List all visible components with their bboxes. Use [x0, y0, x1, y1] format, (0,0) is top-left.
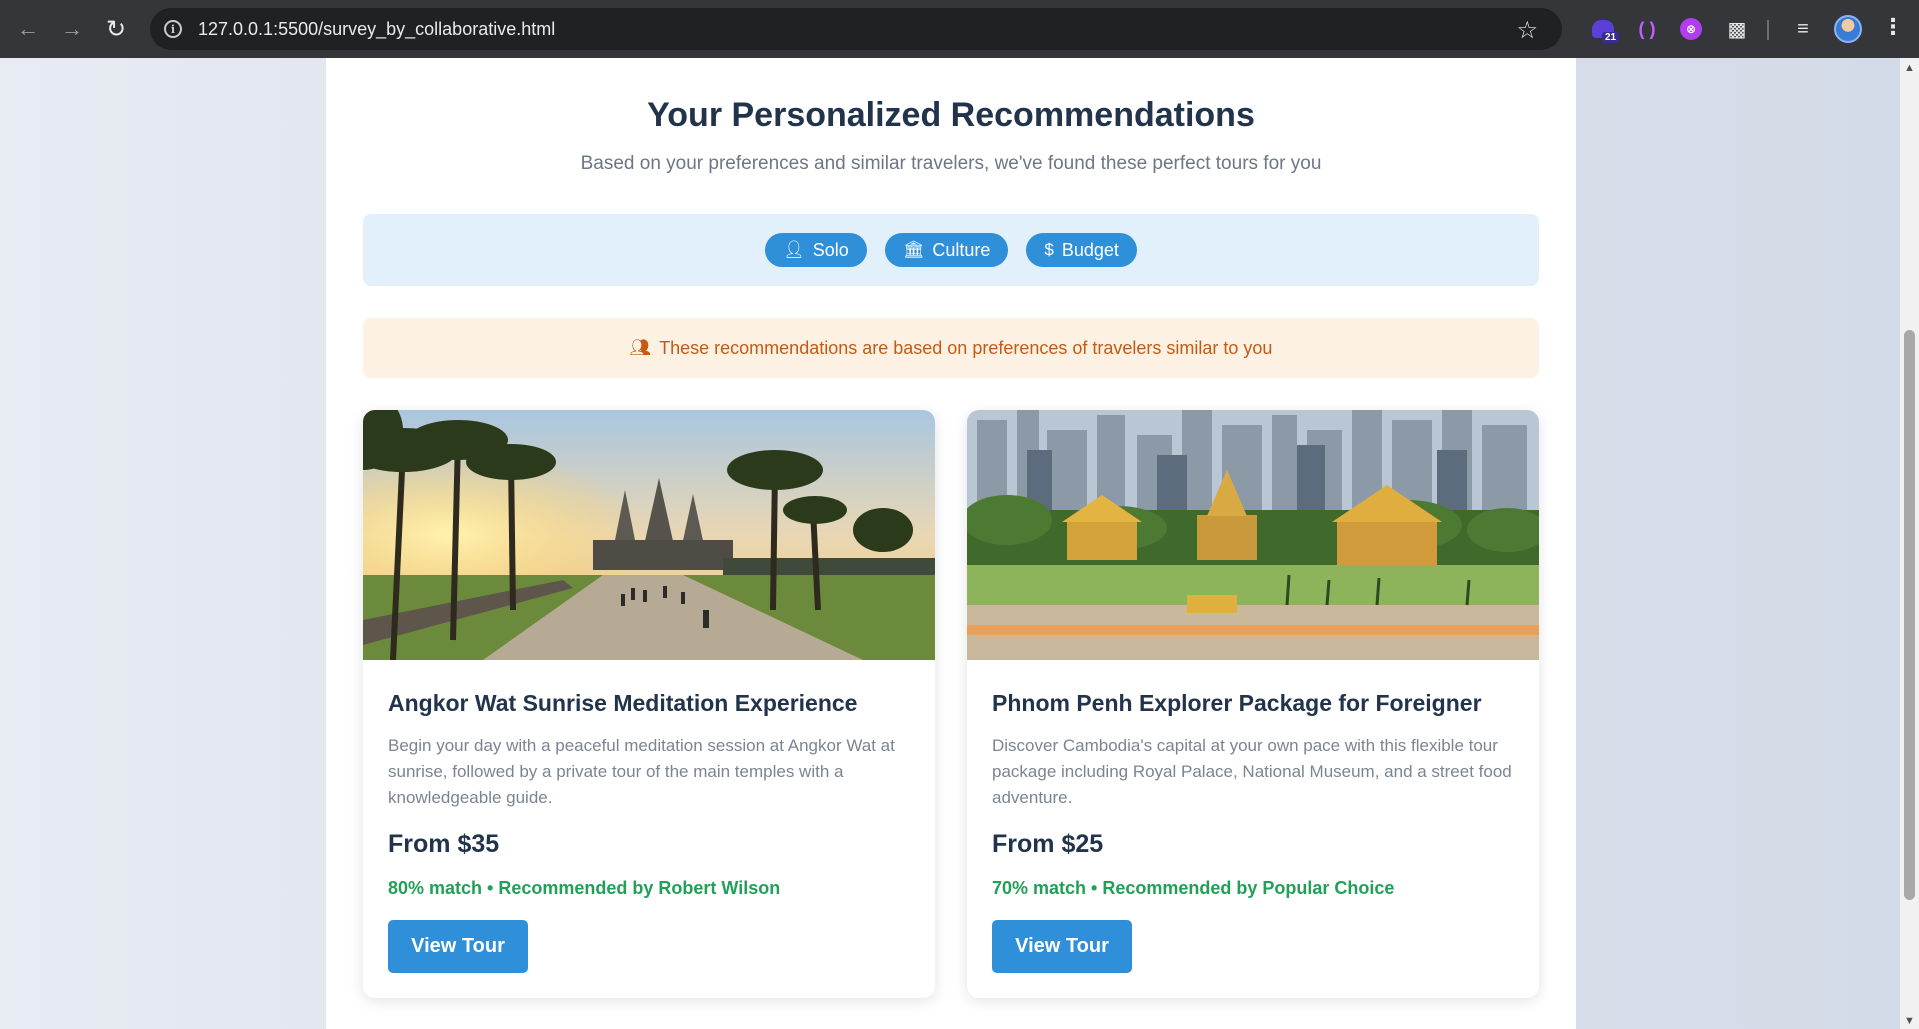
- tour-price: From $25: [992, 830, 1104, 858]
- extension-badge-count: 21: [1602, 32, 1620, 43]
- url-text[interactable]: 127.0.0.1:5500/survey_by_collaborative.h…: [198, 19, 555, 40]
- tour-card: Phnom Penh Explorer Package for Foreigne…: [967, 410, 1539, 998]
- scroll-down-arrow-icon[interactable]: ▼: [1904, 1015, 1915, 1027]
- address-bar[interactable]: i 127.0.0.1:5500/survey_by_collaborative…: [150, 8, 1562, 50]
- site-info-icon[interactable]: i: [164, 20, 182, 38]
- media-queue-icon[interactable]: ≡: [1788, 14, 1818, 44]
- tour-card-body: Angkor Wat Sunrise Meditation Experience…: [388, 690, 910, 811]
- tour-description: Discover Cambodia's capital at your own …: [992, 736, 1512, 807]
- tour-card: Angkor Wat Sunrise Meditation Experience…: [363, 410, 935, 998]
- dollar-icon: $: [1044, 240, 1054, 259]
- back-icon[interactable]: ←: [6, 7, 50, 51]
- recommendations-panel: Your Personalized Recommendations Based …: [326, 58, 1576, 1029]
- tour-price: From $35: [388, 830, 500, 858]
- tour-match: 70% match • Recommended by Popular Choic…: [992, 878, 1395, 898]
- page-title: Your Personalized Recommendations: [647, 96, 1255, 134]
- extensions-puzzle-icon[interactable]: ▩: [1722, 14, 1752, 44]
- tour-match: 80% match • Recommended by Robert Wilson: [388, 878, 781, 898]
- scrollbar-thumb[interactable]: [1904, 330, 1915, 900]
- notice-text: These recommendations are based on prefe…: [659, 337, 1273, 358]
- tour-card-body: Phnom Penh Explorer Package for Foreigne…: [992, 690, 1514, 811]
- tag-culture[interactable]: 🏛︎ Culture: [884, 233, 1009, 267]
- tag-label: Solo: [812, 239, 849, 260]
- tour-description: Begin your day with a peaceful meditatio…: [388, 736, 895, 807]
- tour-image-angkor-wat: [363, 410, 935, 660]
- users-icon: 👥︎: [629, 338, 652, 357]
- extension-brackets-icon[interactable]: ( ): [1632, 14, 1662, 44]
- profile-avatar[interactable]: [1834, 15, 1862, 43]
- page-viewport: Your Personalized Recommendations Based …: [0, 58, 1900, 1029]
- view-tour-button[interactable]: View Tour: [388, 920, 528, 973]
- page-subtitle: Based on your preferences and similar tr…: [580, 153, 1322, 174]
- tour-image-phnom-penh: [967, 410, 1539, 660]
- extension-badge-icon[interactable]: 21: [1588, 14, 1620, 44]
- browser-toolbar: ← → ↻ i 127.0.0.1:5500/survey_by_collabo…: [0, 0, 1919, 58]
- tag-budget[interactable]: $ Budget: [1026, 233, 1137, 267]
- reload-icon[interactable]: ↻: [94, 7, 138, 51]
- landmark-icon: 🏛︎: [902, 240, 925, 259]
- collaborative-notice: 👥︎ These recommendations are based on pr…: [363, 318, 1539, 378]
- user-icon: 👤︎: [783, 240, 805, 259]
- browser-menu-icon[interactable]: ⋮: [1882, 14, 1904, 40]
- forward-icon[interactable]: →: [50, 7, 94, 51]
- extension-circle-icon[interactable]: ⊗: [1676, 14, 1706, 44]
- tag-label: Budget: [1061, 239, 1119, 260]
- preference-tags: 👤︎ Solo 🏛︎ Culture $ Budget: [363, 214, 1539, 286]
- tag-solo[interactable]: 👤︎ Solo: [765, 233, 867, 267]
- view-tour-button[interactable]: View Tour: [992, 920, 1132, 973]
- page-scrollbar[interactable]: ▲ ▼: [1900, 58, 1919, 1029]
- tour-title[interactable]: Angkor Wat Sunrise Meditation Experience: [388, 690, 910, 717]
- scroll-up-arrow-icon[interactable]: ▲: [1904, 62, 1915, 74]
- toolbar-divider: [1767, 20, 1769, 40]
- bookmark-star-icon[interactable]: ☆: [1516, 16, 1538, 45]
- tour-title[interactable]: Phnom Penh Explorer Package for Foreigne…: [992, 690, 1514, 717]
- tag-label: Culture: [932, 239, 991, 260]
